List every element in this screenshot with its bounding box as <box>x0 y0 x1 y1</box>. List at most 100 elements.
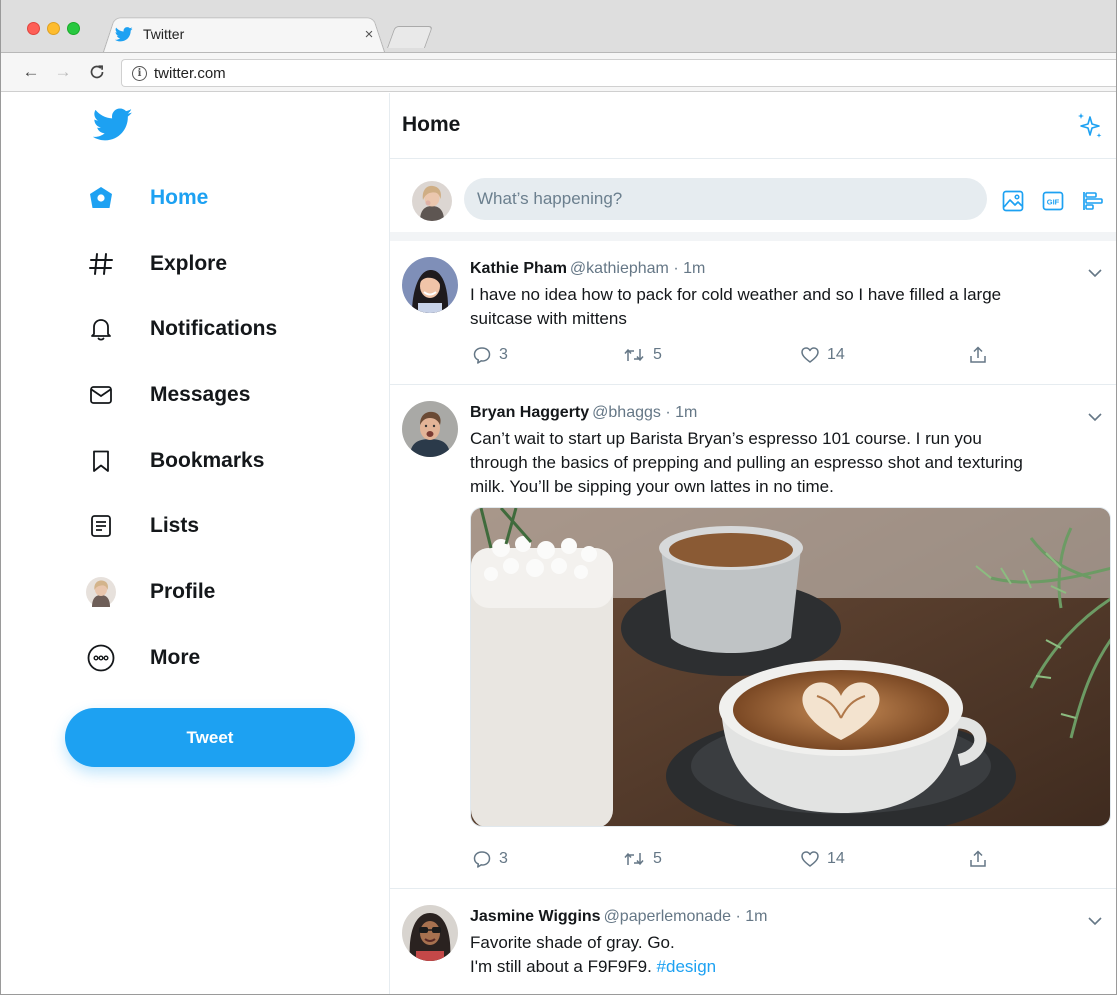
reply-count: 3 <box>499 346 508 363</box>
timeline: Home GIF <box>389 93 1116 994</box>
tweet[interactable]: Jasmine Wiggins @paperlemonade · 1m Favor… <box>390 889 1116 994</box>
address-bar[interactable]: i twitter.com <box>121 59 1116 87</box>
share-button[interactable] <box>968 847 995 871</box>
avatar[interactable] <box>402 257 458 313</box>
sidebar-item-bookmarks[interactable]: Bookmarks <box>83 439 264 483</box>
browser-tab-title: Twitter <box>143 26 185 42</box>
avatar[interactable] <box>402 905 458 961</box>
hashtag-link[interactable]: #design <box>657 957 717 976</box>
sidebar-item-notifications[interactable]: Notifications <box>83 307 277 351</box>
tweet-actions: 3 5 14 <box>470 343 1010 367</box>
minimize-window-button[interactable] <box>47 22 60 35</box>
tweet-author-handle[interactable]: @bhaggs · 1m <box>592 404 697 421</box>
tweet-text-line: Can’t wait to start up Barista Bryan’s e… <box>470 429 982 448</box>
reply-count: 3 <box>499 850 508 867</box>
tweet-text-fragment: I'm still about a F9F9F9. <box>470 957 657 976</box>
like-button[interactable]: 14 <box>800 847 845 871</box>
envelope-icon <box>83 377 119 413</box>
avatar <box>83 574 119 610</box>
sidebar-item-label: Messages <box>150 383 251 406</box>
gif-icon[interactable]: GIF <box>1040 188 1066 214</box>
sidebar: Home Explore Notifications Messages Book… <box>1 93 389 994</box>
tweet-actions: 3 5 14 <box>470 847 1010 871</box>
tweet-author-handle[interactable]: @kathiepham · 1m <box>570 260 705 277</box>
sidebar-item-profile[interactable]: Profile <box>83 570 215 614</box>
tweet-author-handle[interactable]: @paperlemonade · 1m <box>604 908 768 925</box>
like-button[interactable]: 14 <box>800 343 845 367</box>
sidebar-item-home[interactable]: Home <box>83 176 208 220</box>
new-tab-button[interactable] <box>386 26 434 48</box>
reply-icon <box>473 347 491 364</box>
timeline-header: Home <box>390 93 1116 159</box>
share-icon <box>970 346 986 363</box>
site-info-icon[interactable]: i <box>132 65 147 81</box>
reply-icon <box>473 851 491 868</box>
sidebar-item-lists[interactable]: Lists <box>83 504 199 548</box>
twitter-logo-icon[interactable] <box>93 108 133 142</box>
browser-tab-content[interactable]: Twitter × <box>115 22 377 46</box>
sparkle-icon[interactable] <box>1075 111 1105 141</box>
sidebar-item-explore[interactable]: Explore <box>83 242 227 286</box>
browser-toolbar: ← → i twitter.com <box>1 52 1116 92</box>
compose-tweet-input[interactable] <box>464 178 987 220</box>
tweet-header: Jasmine Wiggins @paperlemonade · 1m <box>470 908 767 926</box>
tweet-author-name[interactable]: Bryan Haggerty <box>470 404 589 421</box>
home-icon <box>83 180 119 216</box>
reply-button[interactable]: 3 <box>472 343 508 367</box>
sidebar-item-label: Lists <box>150 514 200 537</box>
address-bar-url: twitter.com <box>154 64 226 82</box>
tweet-text-line: milk. You’ll be sipping your own lattes … <box>470 477 834 496</box>
tweet-author-name[interactable]: Jasmine Wiggins <box>470 908 601 925</box>
reply-button[interactable]: 3 <box>472 847 508 871</box>
sidebar-item-label: Bookmarks <box>150 449 265 472</box>
chevron-down-icon[interactable] <box>1087 913 1103 929</box>
tweet-header: Bryan Haggerty @bhaggs · 1m <box>470 404 697 422</box>
sidebar-item-messages[interactable]: Messages <box>83 373 250 417</box>
retweet-icon <box>624 852 644 866</box>
bell-icon <box>83 311 119 347</box>
tweet-media-image[interactable] <box>470 507 1111 827</box>
tweet-header: Kathie Pham @kathiepham · 1m <box>470 260 705 278</box>
back-arrow-icon[interactable]: ← <box>21 62 41 82</box>
sidebar-item-label: Notifications <box>150 317 278 340</box>
sidebar-item-more[interactable]: More <box>83 636 200 680</box>
tweet-button[interactable]: Tweet <box>65 708 355 767</box>
sidebar-item-label: Home <box>150 186 209 209</box>
retweet-button[interactable]: 5 <box>622 847 662 871</box>
maximize-window-button[interactable] <box>67 22 80 35</box>
hashtag-icon <box>83 246 119 282</box>
tweet-composer: GIF <box>390 159 1116 241</box>
share-button[interactable] <box>968 343 995 367</box>
sidebar-item-label: Explore <box>150 252 228 275</box>
sidebar-item-label: Profile <box>150 580 216 603</box>
more-icon <box>83 640 119 676</box>
heart-icon <box>801 851 819 867</box>
tweet-text-line: Favorite shade of gray. Go. <box>470 933 675 952</box>
browser-window: Twitter × ← → i twitter.com Home Explore… <box>0 0 1117 995</box>
tweet-text-line: I'm still about a F9F9F9. #design <box>470 955 1090 979</box>
avatar[interactable] <box>412 181 452 221</box>
reload-icon[interactable] <box>87 62 107 82</box>
tweet-author-name[interactable]: Kathie Pham <box>470 260 567 277</box>
like-count: 14 <box>827 850 845 867</box>
avatar[interactable] <box>402 401 458 457</box>
chevron-down-icon[interactable] <box>1087 265 1103 281</box>
sidebar-item-label: More <box>150 646 201 669</box>
retweet-button[interactable]: 5 <box>622 343 662 367</box>
retweet-count: 5 <box>653 346 662 363</box>
poll-icon[interactable] <box>1080 188 1106 214</box>
tweet-text: Favorite shade of gray. Go. I'm still ab… <box>470 931 1090 979</box>
share-icon <box>970 850 986 867</box>
tab-strip: Twitter × <box>1 0 1116 52</box>
image-upload-icon[interactable] <box>1000 188 1026 214</box>
tab-close-icon[interactable]: × <box>361 26 377 43</box>
forward-arrow-icon[interactable]: → <box>53 62 73 82</box>
chevron-down-icon[interactable] <box>1087 409 1103 425</box>
twitter-page: Home Explore Notifications Messages Book… <box>1 93 1116 994</box>
heart-icon <box>801 347 819 363</box>
list-icon <box>83 508 119 544</box>
retweet-count: 5 <box>653 850 662 867</box>
close-window-button[interactable] <box>27 22 40 35</box>
tweet[interactable]: Kathie Pham @kathiepham · 1m I have no id… <box>390 241 1116 385</box>
tweet[interactable]: Bryan Haggerty @bhaggs · 1m Can’t wait to… <box>390 385 1116 889</box>
